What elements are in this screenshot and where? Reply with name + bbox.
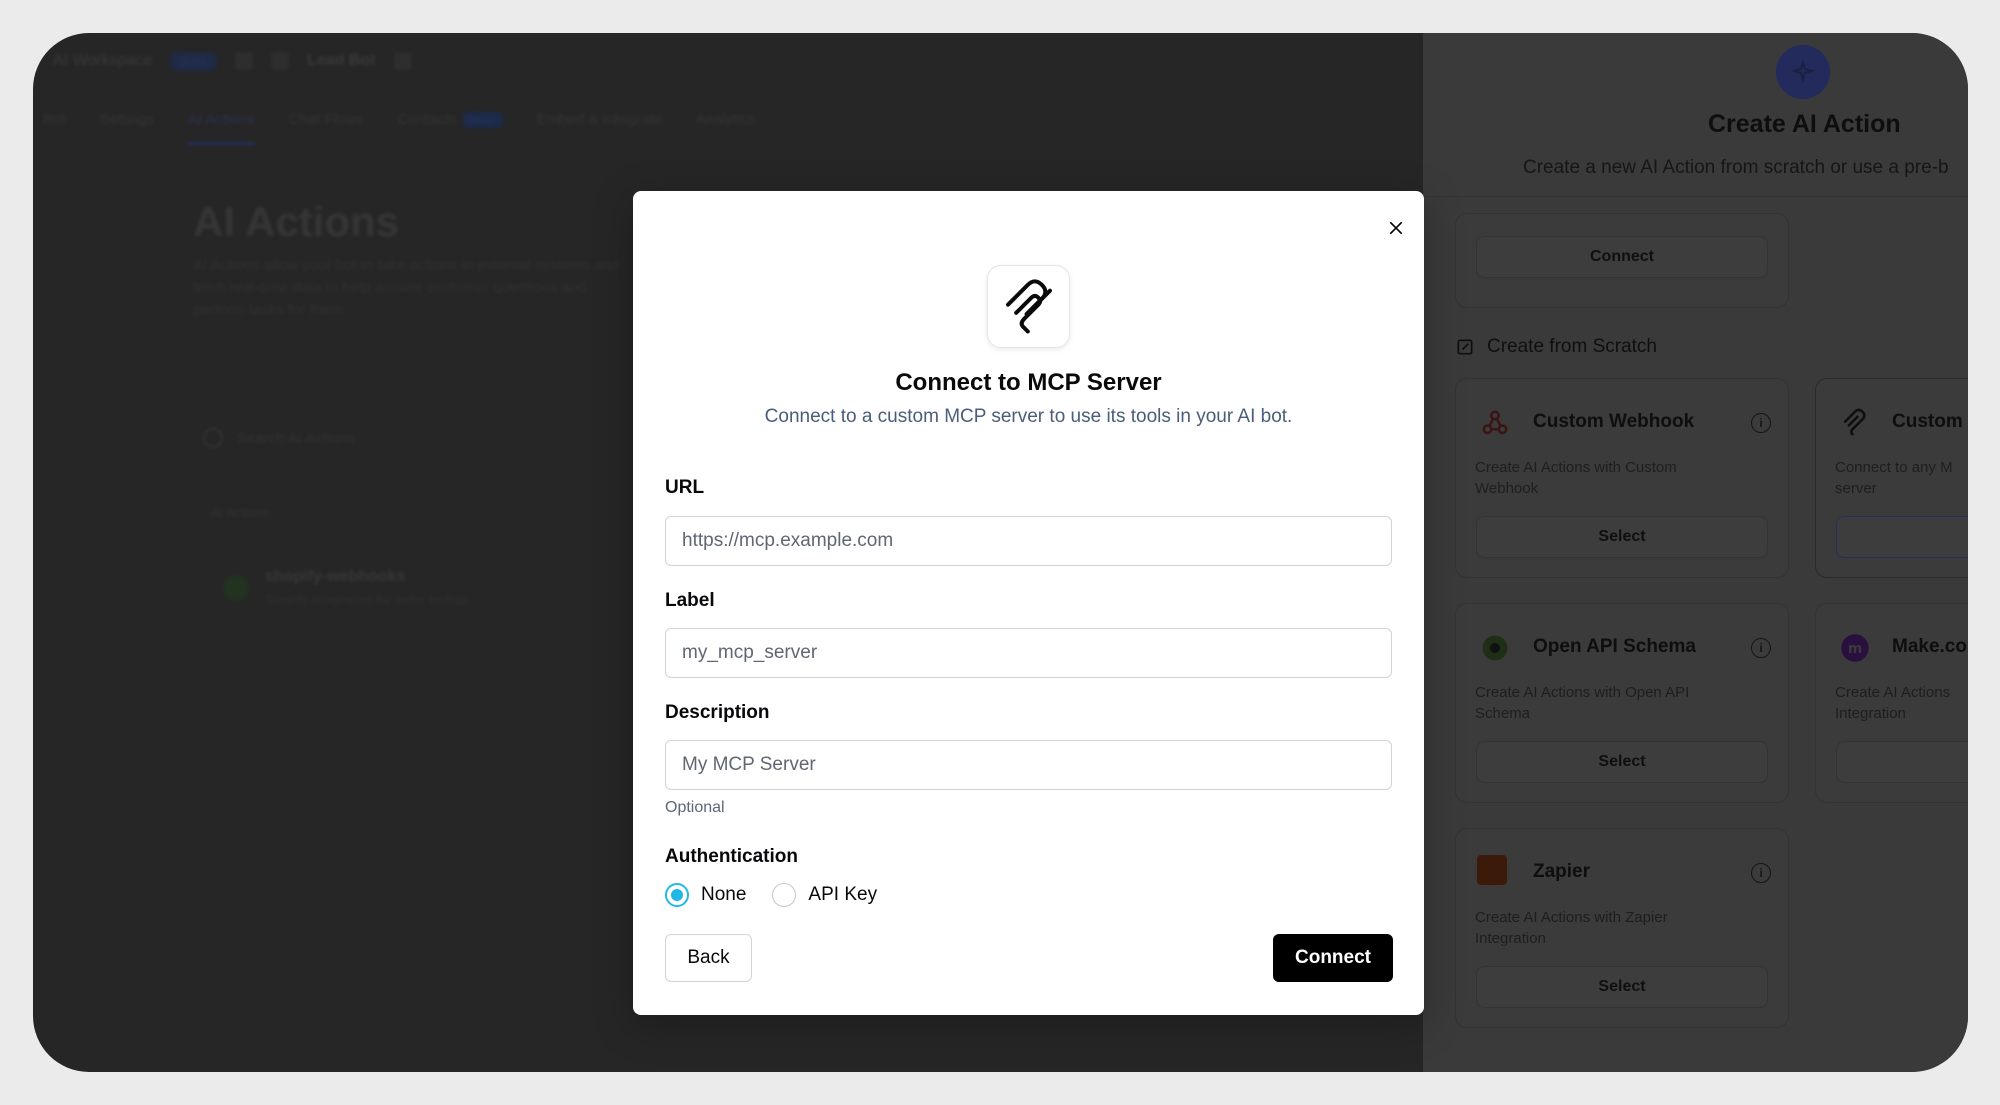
card-description: Create AI Actions with Open API Schema: [1475, 684, 1690, 722]
card-name: Open API Schema: [1533, 636, 1696, 657]
label-label: Label: [665, 590, 715, 611]
section-label: AI Actions: [211, 505, 269, 520]
auth-option-api-key[interactable]: API Key: [772, 883, 877, 907]
auth-option-label: API Key: [808, 884, 878, 905]
label-input[interactable]: [665, 628, 1392, 678]
select-button[interactable]: S: [1836, 516, 1968, 558]
page-description: AI Actions allow your bot to take action…: [193, 257, 620, 318]
connect-button[interactable]: Connect: [1476, 236, 1768, 278]
app-window: AI Workspace Beta Lead Bot Bot Settings …: [33, 33, 1968, 1072]
tab-ai-actions[interactable]: AI Actions: [187, 111, 255, 145]
info-icon[interactable]: i: [1751, 413, 1771, 433]
workspace-label: AI Workspace: [53, 52, 153, 69]
webhook-icon: [1475, 403, 1515, 443]
page-title: AI Actions: [193, 198, 400, 245]
tab-analytics[interactable]: Analytics: [696, 111, 756, 145]
description-hint: Optional: [665, 799, 725, 816]
select-button[interactable]: S: [1836, 741, 1968, 783]
close-icon: [1389, 221, 1403, 235]
make-icon: m: [1835, 628, 1875, 668]
mcp-icon: [1835, 403, 1875, 443]
connect-mcp-dialog: Connect to MCP Server Connect to a custo…: [633, 191, 1424, 1015]
auth-option-none[interactable]: None: [665, 883, 746, 907]
scratch-heading-label: Create from Scratch: [1487, 336, 1657, 357]
shopify-icon: [223, 574, 249, 601]
zapier-icon: [1477, 855, 1507, 885]
svg-text:m: m: [1848, 641, 1862, 657]
panel-title: Create AI Action: [1708, 110, 1901, 138]
select-button[interactable]: Select: [1476, 516, 1768, 558]
card-description: Create AI Actions with Zapier Integratio…: [1475, 909, 1668, 947]
tab-settings[interactable]: Settings: [100, 111, 154, 145]
card-name: Custom: [1892, 411, 1963, 432]
tab-bar: Bot Settings AI Actions Chat Flows Conta…: [43, 111, 756, 145]
url-label: URL: [665, 477, 705, 498]
radio-unselected-icon[interactable]: [772, 883, 797, 907]
dropdown-icon: [393, 52, 412, 70]
card-name: Custom Webhook: [1533, 411, 1695, 432]
search-placeholder: Search AI Actions: [237, 429, 355, 447]
auth-option-label: None: [701, 884, 747, 905]
list-item[interactable]: shopify-webhooks Shopify integration for…: [223, 568, 467, 607]
url-input[interactable]: [665, 516, 1392, 566]
card-description: Create AI Actions with Custom Webhook: [1475, 459, 1677, 497]
mcp-icon: [1005, 278, 1052, 333]
bot-avatar-icon: [271, 52, 290, 70]
tab-bot[interactable]: Bot: [43, 111, 66, 145]
back-button[interactable]: Back: [665, 934, 752, 982]
dialog-subtitle: Connect to a custom MCP server to use it…: [764, 406, 1293, 427]
openapi-icon: [1475, 628, 1515, 668]
authentication-options: None API Key: [665, 883, 877, 907]
card-name: Zapier: [1533, 861, 1591, 882]
description-input[interactable]: [665, 740, 1392, 790]
info-icon[interactable]: i: [1751, 863, 1771, 883]
card-description: Create AI Actions Integration: [1835, 684, 1951, 722]
tab-contacts[interactable]: Contacts New: [397, 111, 503, 145]
select-button[interactable]: Select: [1476, 741, 1768, 783]
divider: [1423, 196, 1968, 197]
workspace-badge: Beta: [170, 51, 218, 71]
close-button[interactable]: [1381, 213, 1411, 243]
card-description: Connect to any M server: [1835, 459, 1953, 497]
search-icon: [203, 428, 223, 448]
chevron-icon: [235, 52, 254, 70]
create-ai-action-panel: Create AI Action Create a new AI Action …: [1423, 33, 1968, 1072]
radio-selected-icon[interactable]: [665, 883, 689, 907]
new-badge: New: [462, 112, 503, 128]
authentication-label: Authentication: [665, 846, 798, 867]
select-button[interactable]: Select: [1476, 966, 1768, 1008]
connect-button[interactable]: Connect: [1273, 934, 1393, 982]
info-icon[interactable]: i: [1751, 638, 1771, 658]
dialog-title: Connect to MCP Server: [895, 369, 1162, 396]
list-item-subtitle: Shopify integration for order lookup: [265, 592, 468, 607]
panel-subtitle: Create a new AI Action from scratch or u…: [1523, 157, 1949, 178]
tab-embed[interactable]: Embed & Integrate: [537, 111, 662, 145]
description-label: Description: [665, 702, 770, 723]
bot-name: Lead Bot: [307, 52, 376, 69]
top-bar: AI Workspace Beta Lead Bot: [53, 43, 412, 79]
edit-icon: [1457, 339, 1473, 355]
list-item-title: shopify-webhooks: [265, 568, 406, 585]
tab-chat-flows[interactable]: Chat Flows: [288, 111, 363, 145]
sparkle-icon: [1776, 45, 1830, 99]
search-box[interactable]: Search AI Actions: [203, 428, 355, 448]
card-name: Make.co: [1892, 636, 1967, 657]
mcp-logo: [987, 265, 1070, 348]
tab-contacts-label: Contacts: [397, 111, 457, 128]
create-from-scratch-heading: Create from Scratch: [1455, 336, 1657, 358]
